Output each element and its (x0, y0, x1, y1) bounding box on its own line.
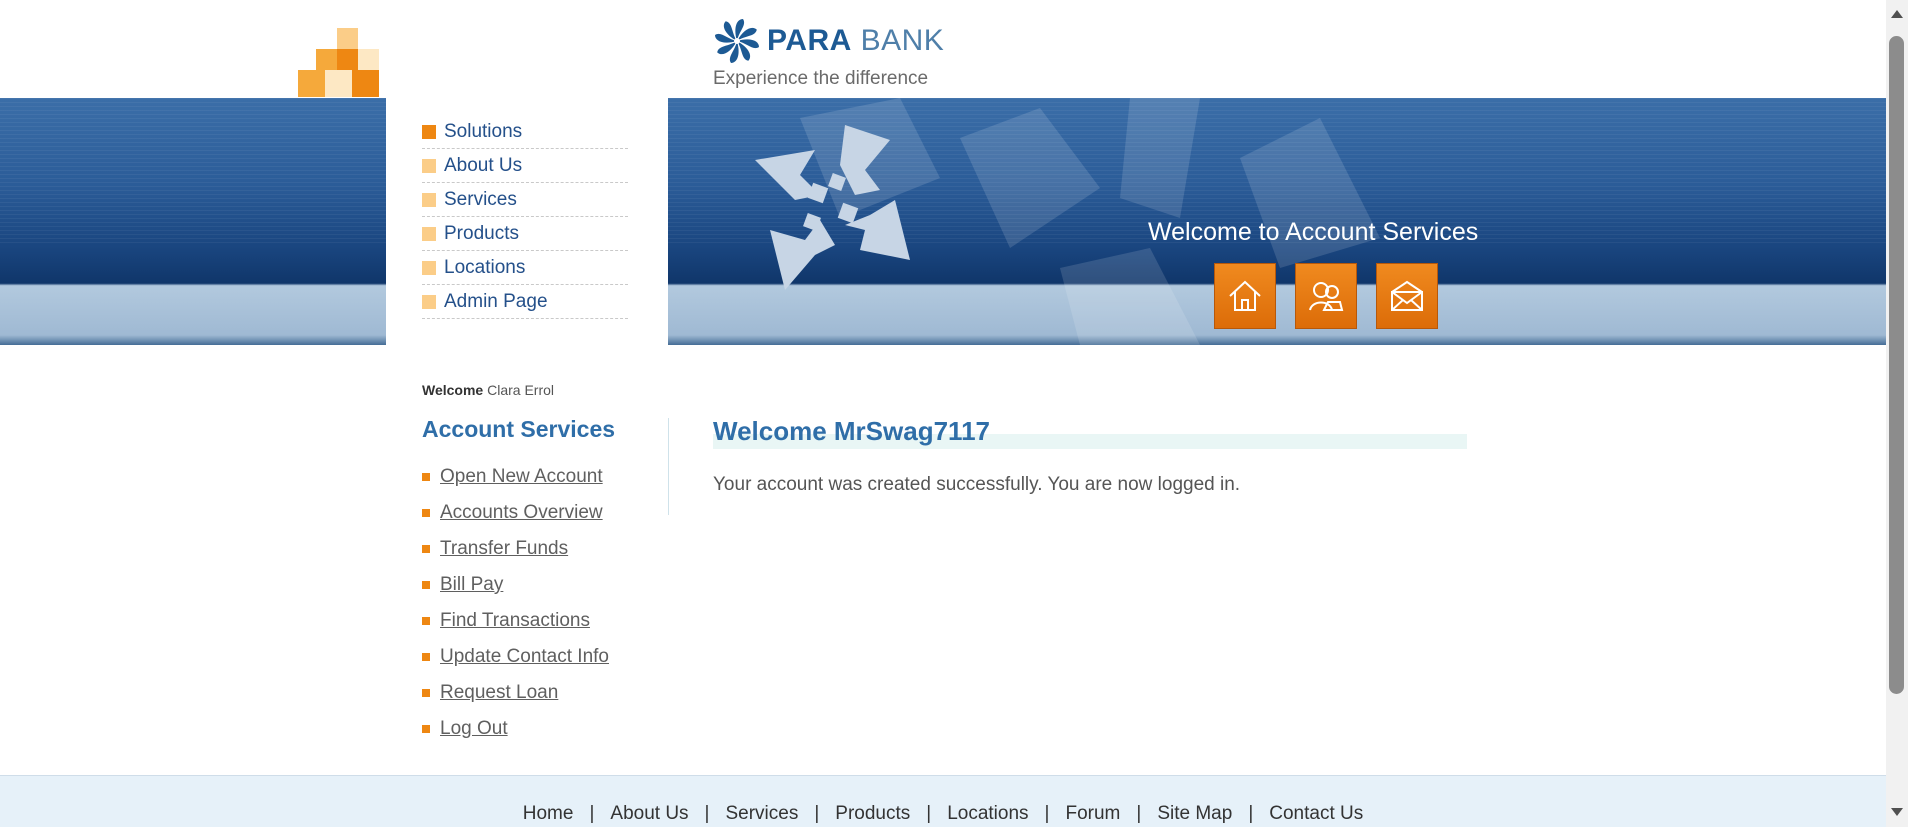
puzzle-graphic (755, 125, 910, 290)
topnav-link-services[interactable]: Services (444, 189, 517, 211)
open-new-account-link[interactable]: Open New Account (440, 466, 603, 488)
sidebar-title: Account Services (422, 416, 616, 442)
sidebar-item-transfer-funds[interactable]: Transfer Funds (422, 531, 609, 567)
sidebar-item-log-out[interactable]: Log Out (422, 711, 609, 747)
home-button[interactable] (1214, 263, 1276, 329)
footer-link-home[interactable]: Home (523, 803, 574, 824)
topnav-item-locations[interactable]: Locations (422, 251, 628, 285)
topnav-link-products[interactable]: Products (444, 223, 519, 245)
topnav-item-about-us[interactable]: About Us (422, 149, 628, 183)
vertical-scrollbar[interactable] (1886, 0, 1908, 827)
scroll-up-arrow-icon[interactable] (1891, 10, 1903, 18)
footer-link-services[interactable]: Services (725, 803, 798, 824)
footer-link-site-map[interactable]: Site Map (1157, 803, 1232, 824)
contact-envelope-icon (1391, 280, 1423, 311)
request-loan-link[interactable]: Request Loan (440, 682, 558, 704)
topnav-link-solutions[interactable]: Solutions (444, 121, 522, 143)
bullet-icon (422, 294, 436, 309)
topnav-link-locations[interactable]: Locations (444, 257, 525, 279)
topnav-link-about-us[interactable]: About Us (444, 155, 522, 177)
footer-navigation: Home | About Us | Services | Products | Location… (522, 803, 1364, 824)
success-message: Your account was created successfully. Y… (713, 474, 1241, 495)
account-services-menu: Open New Account Accounts Overview Trans… (422, 459, 609, 747)
bill-pay-link[interactable]: Bill Pay (440, 574, 503, 596)
sidebar-item-find-transactions[interactable]: Find Transactions (422, 603, 609, 639)
bullet-icon (422, 509, 430, 517)
sidebar-divider (668, 418, 669, 515)
bullet-icon (422, 653, 430, 661)
bullet-icon (422, 226, 436, 241)
topnav-item-services[interactable]: Services (422, 183, 628, 217)
sidebar-item-request-loan[interactable]: Request Loan (422, 675, 609, 711)
about-button[interactable] (1295, 263, 1357, 329)
topnav-link-admin-page[interactable]: Admin Page (444, 291, 548, 313)
sidebar-item-update-contact-info[interactable]: Update Contact Info (422, 639, 609, 675)
footer-link-products[interactable]: Products (835, 803, 910, 824)
bullet-icon (422, 617, 430, 625)
update-contact-info-link[interactable]: Update Contact Info (440, 646, 609, 668)
page: PARA BANK Experience the difference Solu… (0, 0, 1886, 827)
footer-link-locations[interactable]: Locations (947, 803, 1028, 824)
bullet-icon (422, 725, 430, 733)
topnav-item-products[interactable]: Products (422, 217, 628, 251)
logo-wordmark: PARA BANK (767, 24, 945, 57)
scrollbar-thumb[interactable] (1889, 36, 1904, 694)
bullet-icon (422, 473, 430, 481)
contact-button[interactable] (1376, 263, 1438, 329)
transfer-funds-link[interactable]: Transfer Funds (440, 538, 568, 560)
tagline: Experience the difference (713, 68, 929, 89)
topnav-item-solutions[interactable]: Solutions (422, 115, 628, 149)
parabank-logo[interactable]: PARA BANK (713, 16, 944, 66)
user-name: Clara Errol (487, 382, 555, 398)
footer-link-contact-us[interactable]: Contact Us (1269, 803, 1363, 824)
bullet-icon (422, 192, 436, 207)
bullet-icon (422, 158, 436, 173)
sidebar-item-accounts-overview[interactable]: Accounts Overview (422, 495, 609, 531)
top-navigation: Solutions About Us Services Products Loc… (422, 115, 628, 319)
bullet-icon (422, 260, 436, 275)
bullet-icon (422, 545, 430, 553)
header-title: Welcome to Account Services (1148, 218, 1479, 246)
footer: Home | About Us | Services | Products | Location… (0, 775, 1886, 827)
topnav-item-admin-page[interactable]: Admin Page (422, 285, 628, 319)
home-icon (1229, 280, 1261, 311)
bullet-icon (422, 581, 430, 589)
bullet-icon (422, 124, 436, 139)
about-icon (1309, 282, 1344, 311)
accounts-overview-link[interactable]: Accounts Overview (440, 502, 603, 524)
bullet-icon (422, 689, 430, 697)
footer-link-about-us[interactable]: About Us (610, 803, 688, 824)
scroll-down-arrow-icon[interactable] (1891, 808, 1903, 816)
find-transactions-link[interactable]: Find Transactions (440, 610, 590, 632)
header-band (0, 98, 1886, 345)
sidebar-item-bill-pay[interactable]: Bill Pay (422, 567, 609, 603)
footer-link-forum[interactable]: Forum (1065, 803, 1120, 824)
welcome-user: Welcome Clara Errol (422, 382, 554, 398)
log-out-link[interactable]: Log Out (440, 718, 508, 740)
pinwheel-logo-icon (715, 19, 759, 63)
page-title: Welcome MrSwag7117 (713, 416, 990, 446)
welcome-label: Welcome (422, 382, 484, 398)
sidebar-item-open-new-account[interactable]: Open New Account (422, 459, 609, 495)
